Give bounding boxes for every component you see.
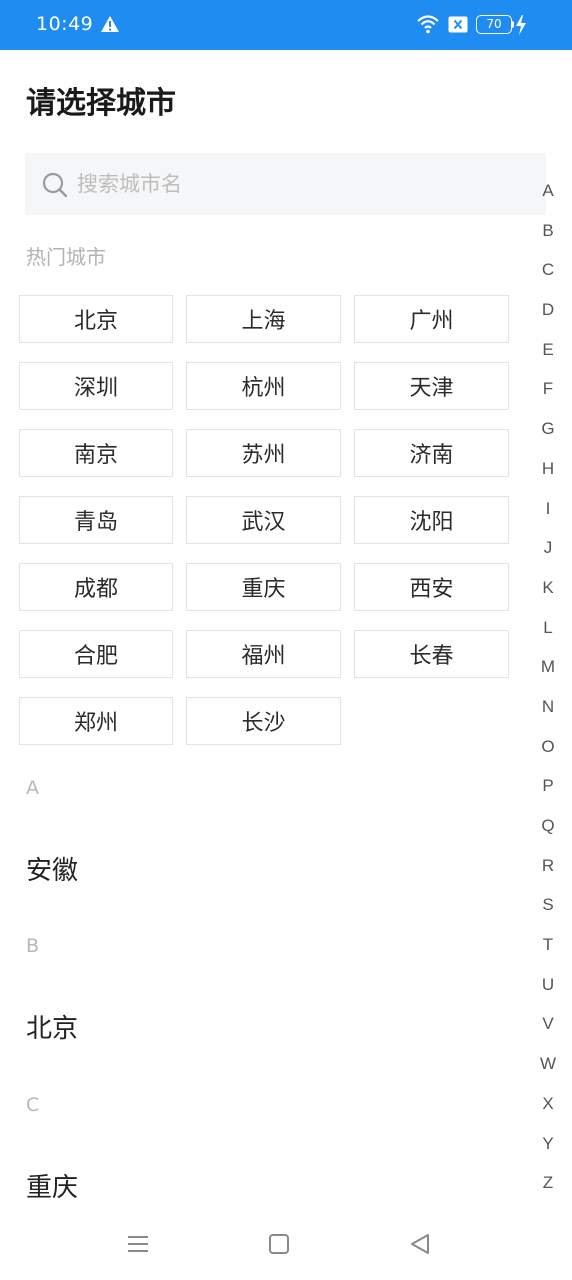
index-letter-e[interactable]: E — [536, 337, 560, 377]
hot-city-button[interactable]: 青岛 — [19, 496, 173, 544]
index-letter-s[interactable]: S — [536, 892, 560, 932]
hot-city-button[interactable]: 南京 — [19, 429, 173, 477]
index-letter-y[interactable]: Y — [536, 1131, 560, 1171]
index-letter-d[interactable]: D — [536, 297, 560, 337]
system-nav-bar — [0, 1210, 572, 1280]
back-icon[interactable] — [409, 1233, 431, 1255]
hot-city-button[interactable]: 北京 — [19, 295, 173, 343]
status-time: 10:49 — [36, 13, 94, 35]
alphabet-index-bar[interactable]: A B C D E F G H I J K L M N O P Q R S T … — [536, 178, 560, 1210]
battery-level: 70 — [486, 17, 502, 31]
sim-icon — [448, 16, 468, 33]
menu-icon[interactable] — [127, 1234, 149, 1254]
hot-city-button[interactable]: 杭州 — [186, 362, 341, 410]
index-letter-f[interactable]: F — [536, 376, 560, 416]
hot-city-button[interactable]: 武汉 — [186, 496, 341, 544]
index-letter-p[interactable]: P — [536, 773, 560, 813]
city-list-item[interactable]: 北京 — [26, 1008, 78, 1045]
hot-city-button[interactable]: 苏州 — [186, 429, 341, 477]
index-letter-h[interactable]: H — [536, 456, 560, 496]
status-bar: 10:49 70 — [0, 0, 572, 50]
index-letter-g[interactable]: G — [536, 416, 560, 456]
hot-city-button[interactable]: 长春 — [354, 630, 509, 678]
hot-city-button[interactable]: 广州 — [354, 295, 509, 343]
hot-city-button[interactable]: 重庆 — [186, 563, 341, 611]
index-letter-i[interactable]: I — [536, 496, 560, 536]
group-letter-b: B — [26, 935, 40, 957]
index-letter-v[interactable]: V — [536, 1011, 560, 1051]
hot-city-button[interactable]: 长沙 — [186, 697, 341, 745]
index-letter-m[interactable]: M — [536, 654, 560, 694]
home-icon[interactable] — [269, 1234, 289, 1254]
index-letter-u[interactable]: U — [536, 972, 560, 1012]
city-list-item[interactable]: 安徽 — [26, 850, 78, 887]
search-icon — [42, 172, 68, 198]
hot-city-button[interactable]: 天津 — [354, 362, 509, 410]
hot-city-button[interactable]: 济南 — [354, 429, 509, 477]
hot-city-button[interactable]: 深圳 — [19, 362, 173, 410]
index-letter-a[interactable]: A — [536, 178, 560, 218]
wifi-icon — [417, 15, 439, 34]
hot-cities-grid: 北京 上海 广州 深圳 杭州 天津 南京 苏州 济南 青岛 武汉 沈阳 成都 重… — [19, 295, 509, 745]
index-letter-q[interactable]: Q — [536, 813, 560, 853]
hot-city-button[interactable]: 上海 — [186, 295, 341, 343]
hot-city-button[interactable]: 西安 — [354, 563, 509, 611]
index-letter-b[interactable]: B — [536, 218, 560, 258]
index-letter-x[interactable]: X — [536, 1091, 560, 1131]
hot-city-button[interactable]: 福州 — [186, 630, 341, 678]
hot-city-button[interactable]: 郑州 — [19, 697, 173, 745]
city-list-item[interactable]: 重庆 — [26, 1167, 78, 1204]
index-letter-n[interactable]: N — [536, 694, 560, 734]
search-box[interactable] — [25, 153, 546, 215]
index-letter-r[interactable]: R — [536, 853, 560, 893]
group-letter-a: A — [26, 777, 39, 799]
hot-city-button[interactable]: 合肥 — [19, 630, 173, 678]
index-letter-w[interactable]: W — [536, 1051, 560, 1091]
group-letter-c: C — [26, 1094, 40, 1116]
index-letter-t[interactable]: T — [536, 932, 560, 972]
hot-city-button[interactable]: 沈阳 — [354, 496, 509, 544]
hot-city-button[interactable]: 成都 — [19, 563, 173, 611]
warning-icon — [101, 16, 119, 32]
index-letter-o[interactable]: O — [536, 734, 560, 774]
index-letter-z[interactable]: Z — [536, 1170, 560, 1210]
index-letter-l[interactable]: L — [536, 615, 560, 655]
index-letter-k[interactable]: K — [536, 575, 560, 615]
index-letter-c[interactable]: C — [536, 257, 560, 297]
index-letter-j[interactable]: J — [536, 535, 560, 575]
page-title: 请选择城市 — [26, 86, 176, 121]
search-input[interactable] — [77, 153, 517, 215]
hot-cities-label: 热门城市 — [26, 245, 106, 269]
charging-icon — [516, 15, 526, 35]
battery-icon: 70 — [476, 15, 512, 34]
